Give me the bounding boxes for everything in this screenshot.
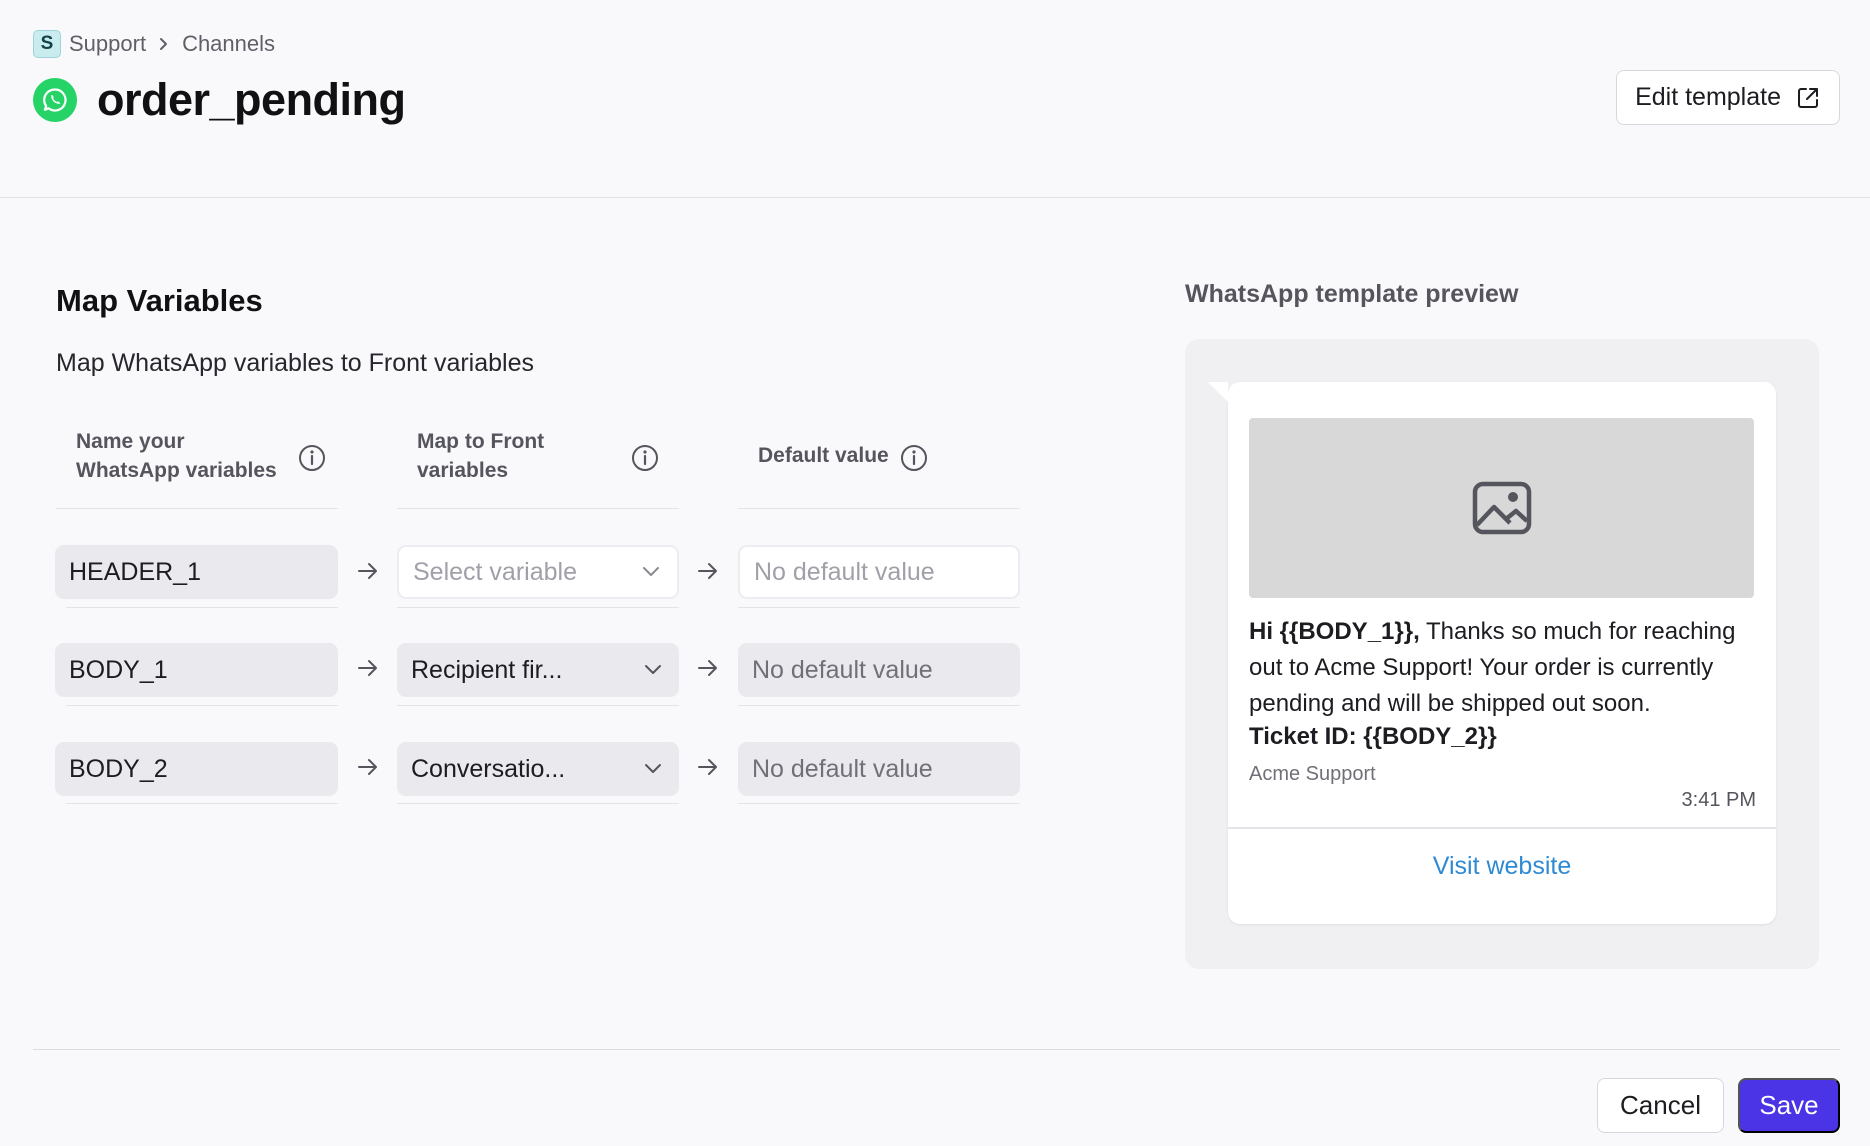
front-variable-value: Recipient fir... — [411, 655, 563, 684]
column-header-default-label: Default value — [758, 444, 889, 467]
footer-divider — [33, 1049, 1840, 1050]
page-title: order_pending — [97, 74, 406, 125]
edit-template-button[interactable]: Edit template — [1616, 70, 1840, 125]
title-row: order_pending — [33, 74, 406, 126]
bubble-tail — [1208, 382, 1228, 402]
column-header-name-line1: Name your — [76, 430, 185, 453]
column-header-map: Map to Front variables — [397, 425, 679, 509]
variable-name-field[interactable]: BODY_1 — [55, 643, 338, 697]
row-divider — [66, 607, 338, 608]
row-divider — [397, 803, 679, 804]
map-variables-title: Map Variables — [56, 283, 263, 318]
default-value-input[interactable]: No default value — [738, 545, 1020, 599]
column-header-map-line1: Map to Front — [417, 430, 545, 453]
arrow-right-icon — [698, 660, 717, 676]
front-variable-select[interactable]: Recipient fir... — [397, 643, 679, 697]
row-divider — [66, 803, 338, 804]
preview-title: WhatsApp template preview — [1185, 280, 1519, 308]
cancel-button[interactable]: Cancel — [1597, 1078, 1724, 1133]
arrow-right-icon — [358, 660, 377, 676]
arrow-right-icon — [698, 563, 717, 579]
workspace-badge: S — [33, 30, 61, 58]
visit-website-button[interactable]: Visit website — [1228, 852, 1776, 881]
column-header-default: Default value — [738, 425, 1020, 509]
media-placeholder — [1249, 418, 1754, 598]
info-icon[interactable] — [298, 444, 326, 472]
row-divider — [738, 803, 1020, 804]
variable-name-field[interactable]: HEADER_1 — [55, 545, 338, 599]
row-divider — [397, 705, 679, 706]
info-icon[interactable] — [900, 444, 928, 472]
chevron-right-icon — [158, 37, 170, 51]
map-variables-description: Map WhatsApp variables to Front variable… — [56, 349, 534, 377]
breadcrumb-workspace[interactable]: Support — [69, 31, 146, 57]
message-time: 3:41 PM — [1681, 789, 1756, 811]
bubble-divider — [1228, 827, 1776, 829]
breadcrumb-channels[interactable]: Channels — [182, 31, 275, 57]
whatsapp-icon — [33, 78, 77, 122]
breadcrumb: S Support Channels — [33, 30, 275, 58]
preview-panel: Hi {{BODY_1}}, Thanks so much for reachi… — [1185, 339, 1819, 969]
default-value-input[interactable]: No default value — [738, 643, 1020, 697]
page-header: S Support Channels order_pending Edit te… — [0, 0, 1870, 198]
arrow-right-icon — [358, 759, 377, 775]
message-ticket: Ticket ID: {{BODY_2}} — [1249, 723, 1497, 750]
chevron-down-icon — [645, 764, 661, 773]
info-icon[interactable] — [631, 444, 659, 472]
save-button[interactable]: Save — [1738, 1078, 1840, 1133]
front-variable-value: Select variable — [413, 557, 577, 586]
default-value-input[interactable]: No default value — [738, 742, 1020, 796]
front-variable-select[interactable]: Select variable — [397, 545, 679, 599]
chevron-down-icon — [643, 567, 659, 576]
front-variable-value: Conversatio... — [411, 754, 566, 783]
column-header-map-line2: variables — [417, 459, 509, 482]
image-icon — [1472, 481, 1531, 535]
message-footer: Acme Support — [1249, 763, 1376, 785]
external-link-icon — [1798, 87, 1818, 108]
message-greeting: Hi {{BODY_1}}, — [1249, 618, 1420, 645]
front-variable-select[interactable]: Conversatio... — [397, 742, 679, 796]
column-header-name-line2: WhatsApp variables — [76, 459, 277, 482]
chevron-down-icon — [645, 665, 661, 674]
variable-name-field[interactable]: BODY_2 — [55, 742, 338, 796]
message-bubble: Hi {{BODY_1}}, Thanks so much for reachi… — [1208, 382, 1776, 924]
message-body: Hi {{BODY_1}}, Thanks so much for reachi… — [1249, 614, 1754, 752]
row-divider — [66, 705, 338, 706]
arrow-right-icon — [358, 563, 377, 579]
row-divider — [738, 607, 1020, 608]
edit-template-label: Edit template — [1635, 83, 1781, 111]
arrow-right-icon — [698, 759, 717, 775]
row-divider — [397, 607, 679, 608]
column-header-name: Name your WhatsApp variables — [56, 425, 338, 509]
row-divider — [738, 705, 1020, 706]
